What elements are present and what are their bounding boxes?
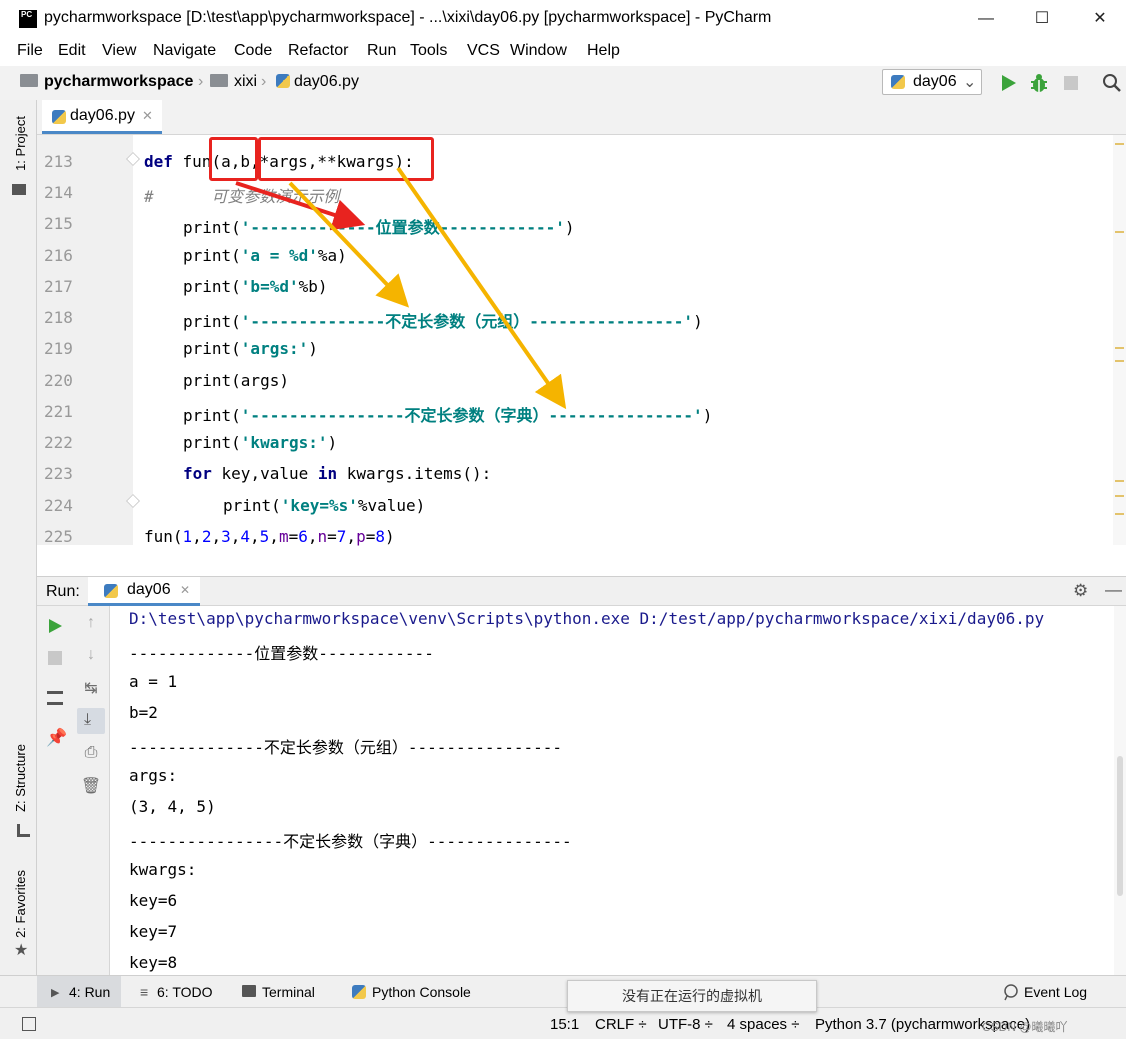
console-line: -------------位置参数------------ [129, 644, 434, 663]
run-panel-label: Run: [46, 583, 80, 600]
line-separator[interactable]: CRLF ÷ [595, 1016, 647, 1033]
python-icon [104, 584, 118, 598]
run-tab-label: day06 [127, 581, 171, 598]
tool-tab-event-log[interactable]: Event Log [1024, 984, 1087, 1000]
status-bar: 15:1 CRLF ÷ UTF-8 ÷ 4 spaces ÷ Python 3.… [0, 1007, 1126, 1039]
tool-window-bar: ▶ 4: Run ≡ 6: TODO Terminal Python Conso… [0, 975, 1126, 1008]
pin-icon[interactable]: 📌 [46, 728, 67, 748]
trash-icon[interactable]: 🗑 [79, 776, 103, 796]
console-line: kwargs: [129, 860, 197, 879]
run-panel-header: Run: ⚙ — [37, 576, 1126, 606]
console-line: D:\test\app\pycharmworkspace\venv\Script… [129, 609, 1045, 628]
console-line: --------------不定长参数（元组）---------------- [129, 738, 562, 757]
tool-tab-python-console[interactable]: Python Console [372, 984, 471, 1000]
arrow-down-icon[interactable]: ↓ [79, 646, 103, 664]
tool-tab-terminal[interactable]: Terminal [262, 984, 315, 1000]
watermark: CSDN @曦曦吖 [982, 1020, 1068, 1034]
console-line: ----------------不定长参数（字典）--------------- [129, 832, 572, 851]
file-encoding[interactable]: UTF-8 ÷ [658, 1016, 713, 1033]
soft-wrap-icon[interactable]: ↹ [79, 678, 103, 698]
annotation-arrows [235, 166, 567, 410]
star-icon: ★ [14, 942, 29, 959]
terminal-icon [242, 985, 256, 997]
caret-position[interactable]: 15:1 [550, 1016, 579, 1033]
structure-icon [17, 824, 30, 837]
run-tab-icon: ▶ [51, 987, 60, 999]
gear-icon[interactable]: ⚙ [1073, 581, 1088, 601]
tool-tab-run[interactable]: 4: Run [69, 984, 110, 1000]
run-toolbar-primary: 📌 [37, 606, 74, 976]
python-console-icon [352, 985, 366, 999]
tool-tab-todo[interactable]: 6: TODO [157, 984, 213, 1000]
layout-icon[interactable] [47, 691, 63, 705]
console-scrollbar[interactable] [1114, 606, 1126, 976]
structure-tool-tab[interactable]: Z: Structure [13, 744, 28, 812]
indent-setting[interactable]: 4 spaces ÷ [727, 1016, 799, 1033]
console-line: key=7 [129, 922, 178, 941]
list-icon: ≡ [140, 984, 149, 1000]
print-icon[interactable]: ⎙ [79, 744, 103, 762]
arrow-up-icon[interactable]: ↑ [79, 614, 103, 632]
scroll-to-end-icon[interactable]: ⤓ [77, 708, 105, 734]
console-line: (3, 4, 5) [129, 797, 216, 816]
close-tab-icon[interactable]: ✕ [180, 583, 190, 597]
run-toolbar-secondary: ↑ ↓ ↹ ⤓ ⎙ 🗑 [73, 606, 110, 976]
event-log-icon [1004, 984, 1018, 1001]
console-line: key=8 [129, 953, 178, 972]
stop-icon[interactable] [48, 651, 62, 665]
console-line: b=2 [129, 703, 158, 722]
arrow-to-dict [396, 166, 567, 410]
console-line: args: [129, 766, 178, 785]
console-line: a = 1 [129, 672, 178, 691]
vm-status-tooltip: 没有正在运行的虚拟机 [567, 980, 817, 1012]
hide-panel-icon[interactable]: — [1105, 580, 1122, 600]
console-line: key=6 [129, 891, 178, 910]
run-tab-day06[interactable]: day06 ✕ [88, 577, 200, 606]
rerun-icon[interactable] [47, 618, 63, 634]
arrow-to-tuple [288, 181, 410, 308]
tool-windows-toggle-icon[interactable] [22, 1017, 36, 1031]
favorites-tool-tab[interactable]: 2: Favorites [13, 870, 28, 938]
